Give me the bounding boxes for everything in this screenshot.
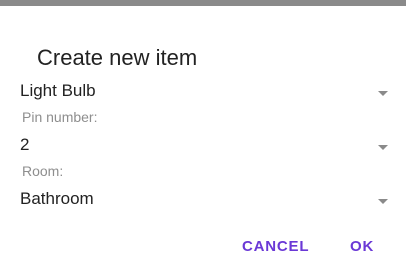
item-type-dropdown[interactable]: Light Bulb: [0, 78, 406, 104]
cancel-button[interactable]: CANCEL: [242, 238, 309, 255]
create-item-dialog: Create new item Light Bulb Pin number: 2…: [0, 6, 406, 274]
dropdown-arrow-icon: [378, 145, 388, 150]
dropdown-arrow-icon: [378, 199, 388, 204]
ok-button[interactable]: OK: [350, 238, 374, 255]
pin-number-value: 2: [20, 135, 30, 154]
room-dropdown[interactable]: Bathroom: [0, 186, 406, 212]
room-label: Room:: [22, 163, 64, 179]
dropdown-arrow-icon: [378, 91, 388, 96]
item-type-value: Light Bulb: [20, 81, 96, 100]
dialog-title: Create new item: [37, 45, 198, 70]
pin-number-label: Pin number:: [22, 109, 98, 125]
pin-number-dropdown[interactable]: 2: [0, 132, 406, 158]
room-value: Bathroom: [20, 189, 94, 208]
